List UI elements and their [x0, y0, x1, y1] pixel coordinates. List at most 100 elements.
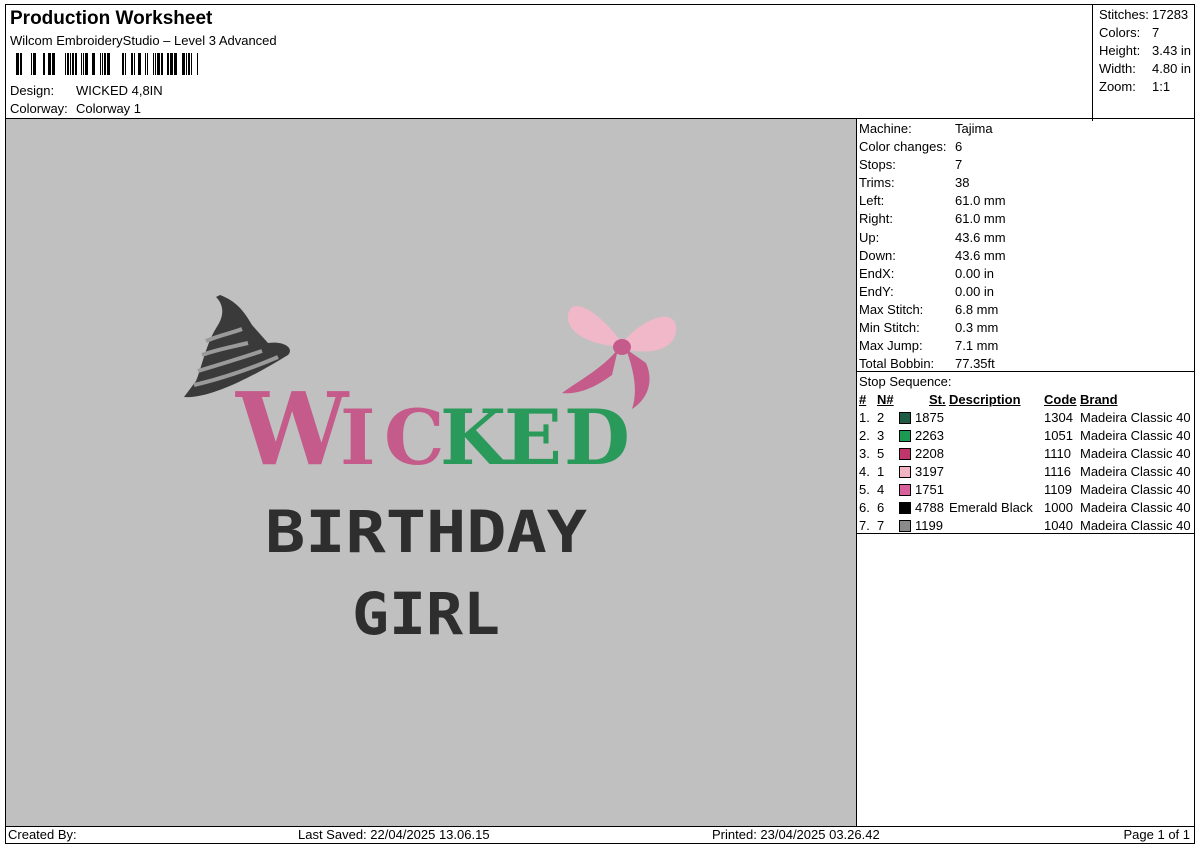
stitch-count: 3197: [915, 464, 944, 479]
barcode-bar: [107, 53, 110, 75]
barcode-bar: [83, 53, 84, 75]
needle-number: 2: [877, 410, 885, 425]
barcode-bar: [170, 53, 173, 75]
thread-brand: Madeira Classic 40: [1080, 518, 1191, 533]
thread-code: 1110: [1044, 446, 1071, 461]
summary-panel: Stitches: 17283 Colors: 7 Height: 3.43 in W…: [1092, 4, 1197, 121]
barcode-bar: [48, 53, 51, 75]
machine-info-row: Right: 61.0 mm: [859, 211, 1194, 229]
machine-info-label: Stops:: [859, 157, 896, 173]
barcode-bar: [167, 53, 169, 75]
thread-brand: Madeira Classic 40: [1080, 482, 1191, 497]
needle-number: 4: [877, 482, 885, 497]
machine-info-row: EndY: 0.00 in: [859, 284, 1194, 302]
machine-info-value: 61.0 mm: [955, 193, 1006, 209]
barcode-bar: [75, 53, 77, 75]
embroidery-design: W I C K E D BIRTHDAY GIRL: [184, 295, 677, 648]
machine-info-row: Stops: 7: [859, 157, 1194, 175]
needle-number: 3: [877, 428, 885, 443]
machine-info-label: Machine:: [859, 121, 912, 136]
summary-row: Height: 3.43 in: [1099, 43, 1192, 58]
machine-info-label: Color changes:: [859, 139, 947, 155]
stop-index: 7.: [859, 518, 870, 533]
thread-brand: Madeira Classic 40: [1080, 410, 1191, 425]
machine-info-row: Min Stitch: 0.3 mm: [859, 320, 1194, 338]
software-subtitle: Wilcom EmbroideryStudio – Level 3 Advanc…: [10, 33, 277, 48]
stop-row: 1. 2 1875 1304 Madeira Classic 40: [859, 410, 1194, 428]
barcode-bar: [33, 53, 36, 75]
thread-code: 1109: [1044, 482, 1072, 497]
barcode-bar: [182, 53, 185, 75]
stop-index: 1.: [859, 410, 870, 425]
birthday-text: BIRTHDAY: [265, 498, 587, 566]
barcode-bar: [92, 53, 95, 75]
barcode-bar: [65, 53, 66, 75]
thread-brand: Madeira Classic 40: [1080, 500, 1191, 515]
stitch-count: 1875: [915, 410, 944, 425]
color-swatch: [899, 502, 911, 514]
machine-info-label: Min Stitch:: [859, 320, 920, 336]
thread-code: 1304: [1044, 410, 1073, 425]
color-swatch: [899, 484, 911, 496]
summary-row: Stitches: 17283: [1099, 7, 1189, 22]
thread-code: 1000: [1044, 500, 1073, 515]
barcode-bar: [85, 53, 88, 75]
stitch-count: 1199: [915, 518, 943, 533]
machine-info-label: Trims:: [859, 175, 895, 191]
barcode-bar: [161, 53, 163, 75]
barcode-bar: [197, 53, 198, 75]
needle-number: 5: [877, 446, 885, 461]
design-label: Design:: [10, 83, 55, 98]
stop-row: 4. 1 3197 1116 Madeira Classic 40: [859, 464, 1194, 482]
page-title: Production Worksheet: [10, 8, 213, 29]
summary-row: Colors: 7: [1099, 25, 1160, 40]
design-name: WICKED 4,8IN: [76, 83, 163, 98]
thread-code: 1116: [1044, 464, 1071, 479]
bow-left-loop: [567, 306, 622, 347]
color-swatch: [899, 520, 911, 532]
machine-info-value: 0.00 in: [955, 283, 995, 299]
thread-brand: Madeira Classic 40: [1080, 428, 1191, 443]
machine-info-value: 43.6 mm: [955, 229, 1006, 245]
machine-info-row: Down: 43.6 mm: [859, 248, 1194, 266]
barcode-bar: [138, 53, 141, 75]
barcode-bar: [100, 53, 101, 75]
barcode-bar: [191, 53, 192, 75]
worksheet-header: Production Worksheet Wilcom EmbroiderySt…: [5, 4, 1197, 121]
machine-info-row: Max Jump: 7.1 mm: [859, 338, 1194, 356]
machine-info-row: EndX: 0.00 in: [859, 266, 1194, 284]
design-preview: W I C K E D BIRTHDAY GIRL: [5, 118, 857, 827]
stop-row: 6. 6 4788 Emerald Black 1000 Madeira Classic …: [859, 500, 1194, 518]
stop-row: 7. 7 1199 1040 Madeira Classic 40: [859, 518, 1194, 536]
machine-info-value: 77.35ft: [955, 356, 995, 372]
thread-brand: Madeira Classic 40: [1080, 464, 1191, 479]
machine-info-value: 43.6 mm: [955, 247, 1006, 263]
machine-info-label: EndY:: [859, 283, 894, 299]
stop-row: 5. 4 1751 1109 Madeira Classic 40: [859, 482, 1194, 500]
barcode-bar: [104, 53, 106, 75]
thread-code: 1040: [1044, 518, 1073, 533]
stop-index: 3.: [859, 446, 870, 461]
barcode-bar: [102, 53, 103, 75]
wicked-letter-k: K: [440, 393, 509, 482]
barcode-bar: [70, 53, 71, 75]
created-by: Created By:: [8, 827, 77, 842]
machine-info-value: 6: [955, 139, 963, 155]
col-header-st: St.: [929, 392, 946, 407]
stop-sequence-header: # N# St. Description Code Brand: [859, 392, 1194, 410]
col-header-desc: Description: [949, 392, 1021, 407]
barcode-bar: [16, 53, 19, 75]
worksheet-footer: Created By: Last Saved: 22/04/2025 13.06…: [5, 826, 1195, 844]
machine-info-row: Machine: Tajima: [859, 121, 1194, 139]
needle-number: 7: [877, 518, 885, 533]
col-header-brand: Brand: [1080, 392, 1118, 407]
barcode-bar: [157, 53, 160, 75]
summary-row: Zoom: 1:1: [1099, 79, 1171, 94]
col-header-n: N#: [877, 392, 894, 407]
barcode-bar: [188, 53, 190, 75]
machine-info-row: Trims: 38: [859, 175, 1194, 193]
machine-info-value: Tajima: [955, 121, 993, 136]
design-row: Design: WICKED 4,8IN: [10, 83, 163, 98]
stitch-count: 1751: [915, 482, 944, 497]
col-header-code: Code: [1044, 392, 1077, 407]
